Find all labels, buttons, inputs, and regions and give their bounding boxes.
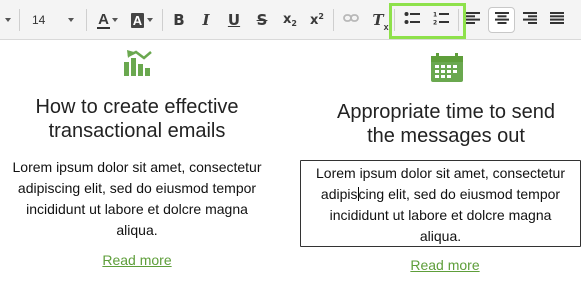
clear-format-button[interactable]: T x bbox=[367, 8, 389, 32]
font-family-dropdown[interactable] bbox=[2, 8, 14, 32]
font-color-icon: A bbox=[97, 11, 110, 29]
chevron-down-icon bbox=[5, 18, 11, 22]
justify-icon bbox=[550, 11, 564, 29]
superscript-icon: x2 bbox=[310, 12, 324, 28]
link-icon bbox=[343, 11, 359, 29]
underline-icon: U bbox=[227, 11, 241, 29]
align-center-icon bbox=[494, 11, 509, 29]
font-size-dropdown[interactable]: 14 bbox=[27, 8, 77, 32]
align-center-button[interactable] bbox=[488, 7, 515, 33]
align-left-icon bbox=[466, 11, 480, 29]
bold-button[interactable]: B bbox=[168, 8, 190, 32]
read-more-link[interactable]: Read more bbox=[97, 252, 177, 268]
toolbar-divider bbox=[86, 9, 87, 31]
article-title: How to create effective transactional em… bbox=[35, 96, 239, 142]
align-right-button[interactable] bbox=[519, 8, 541, 32]
italic-icon: I bbox=[202, 11, 210, 29]
strikethrough-button[interactable]: S bbox=[251, 8, 273, 32]
font-size-value: 14 bbox=[32, 13, 46, 27]
superscript-button[interactable]: x2 bbox=[306, 8, 328, 32]
body-line-with-cursor: adipiscing elit, sed do eiusmod tempor bbox=[320, 186, 561, 202]
subscript-button[interactable]: x2 bbox=[279, 8, 301, 32]
editor-toolbar: 14 A A B I U S x2 x2 T x 1 2 bbox=[0, 0, 581, 40]
toolbar-divider bbox=[162, 9, 163, 31]
background-color-icon: A bbox=[130, 12, 145, 28]
list-buttons-highlight bbox=[389, 3, 466, 39]
bold-icon: B bbox=[173, 11, 185, 29]
article-title: Appropriate time to send the messages ou… bbox=[337, 101, 555, 147]
italic-button[interactable]: I bbox=[195, 8, 217, 32]
background-color-button[interactable]: A bbox=[128, 8, 156, 32]
article-body: Lorem ipsum dolor sit amet, consectetur … bbox=[12, 159, 262, 238]
chevron-down-icon bbox=[111, 18, 118, 22]
article-body-editable[interactable]: Lorem ipsum dolor sit amet, consectetur … bbox=[300, 160, 581, 247]
calendar-icon bbox=[430, 53, 464, 88]
bar-chart-growth-icon bbox=[122, 46, 154, 83]
link-button[interactable] bbox=[340, 8, 362, 32]
toolbar-divider bbox=[19, 9, 20, 31]
subscript-icon: x2 bbox=[283, 12, 297, 28]
underline-button[interactable]: U bbox=[223, 8, 245, 32]
align-right-icon bbox=[523, 11, 537, 29]
strikethrough-icon: S bbox=[256, 11, 268, 29]
read-more-link[interactable]: Read more bbox=[405, 257, 485, 273]
toolbar-divider bbox=[333, 9, 334, 31]
justify-button[interactable] bbox=[546, 8, 568, 32]
clear-format-icon: T x bbox=[372, 10, 389, 32]
font-color-button[interactable]: A bbox=[94, 8, 122, 32]
chevron-down-icon bbox=[147, 18, 154, 22]
chevron-down-icon bbox=[68, 18, 75, 22]
